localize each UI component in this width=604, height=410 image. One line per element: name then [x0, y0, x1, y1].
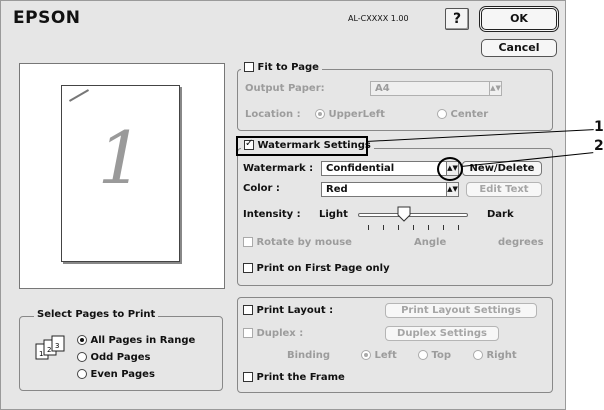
help-button[interactable]: ? [445, 8, 469, 30]
updown-arrows-icon: ▲▼ [489, 82, 501, 95]
fit-to-page-box[interactable] [244, 62, 254, 72]
intensity-label: Intensity : [243, 209, 301, 220]
location-upperleft-radio[interactable]: UpperLeft [315, 109, 385, 120]
radio-all-pages-indicator[interactable] [77, 335, 87, 345]
binding-right-radio[interactable]: Right [473, 350, 517, 361]
pages-stack-icon: 1 2 3 [35, 335, 65, 360]
slider-tick [398, 225, 399, 230]
print-layout-label: Print Layout : [256, 305, 334, 316]
location-upperleft-label: UpperLeft [328, 109, 385, 120]
watermark-value: Confidential [326, 163, 395, 174]
edit-text-button[interactable]: Edit Text [466, 182, 542, 197]
new-delete-button[interactable]: New/Delete [462, 161, 542, 176]
location-center-radio[interactable]: Center [437, 109, 488, 120]
intensity-light-label: Light [319, 209, 348, 220]
color-value: Red [326, 184, 348, 195]
binding-top-indicator[interactable] [418, 350, 428, 360]
page-curl-mark [68, 89, 94, 109]
radio-odd-pages-label: Odd Pages [90, 352, 151, 363]
fit-to-page-label: Fit to Page [257, 62, 319, 73]
print-frame-label: Print the Frame [256, 372, 345, 383]
color-select[interactable]: Red ▲▼ [321, 182, 459, 197]
fit-to-page-checkbox[interactable]: Fit to Page [241, 62, 322, 73]
watermark-label: Watermark : [243, 163, 314, 174]
preview-page-number: 1 [97, 116, 144, 200]
output-paper-select[interactable]: A4 ▲▼ [370, 81, 502, 96]
binding-top-radio[interactable]: Top [418, 350, 451, 361]
watermark-settings-highlight [236, 136, 368, 156]
radio-all-pages[interactable]: All Pages in Range [77, 335, 195, 346]
radio-even-pages-indicator[interactable] [77, 369, 87, 379]
binding-top-label: Top [431, 350, 452, 361]
print-first-page-label: Print on First Page only [256, 263, 390, 274]
slider-tick [413, 225, 414, 230]
binding-label: Binding [287, 350, 331, 361]
rotate-by-mouse-box[interactable] [243, 237, 253, 247]
color-updown-arrows-icon[interactable]: ▲▼ [446, 183, 458, 196]
rotate-by-mouse-checkbox[interactable]: Rotate by mouse [243, 237, 352, 248]
location-upperleft-indicator[interactable] [315, 109, 325, 119]
print-frame-box[interactable] [243, 372, 253, 382]
binding-right-indicator[interactable] [473, 350, 483, 360]
print-first-page-box[interactable] [243, 263, 253, 273]
binding-left-label: Left [374, 350, 397, 361]
radio-even-pages[interactable]: Even Pages [77, 369, 155, 380]
callout-number-1: 1 [594, 119, 604, 135]
location-label: Location : [245, 109, 301, 120]
svg-text:3: 3 [55, 342, 59, 350]
radio-all-pages-label: All Pages in Range [90, 335, 196, 346]
angle-label: Angle [414, 237, 447, 248]
binding-right-label: Right [486, 350, 517, 361]
binding-left-radio[interactable]: Left [361, 350, 397, 361]
output-paper-label: Output Paper: [245, 83, 325, 94]
preview-page: 1 [61, 85, 180, 262]
svg-text:2: 2 [47, 346, 51, 354]
cancel-button[interactable]: Cancel [481, 39, 557, 57]
intensity-slider-thumb[interactable] [397, 206, 411, 222]
color-label: Color : [243, 183, 280, 194]
print-first-page-checkbox[interactable]: Print on First Page only [243, 263, 390, 274]
select-pages-title: Select Pages to Print [34, 309, 159, 320]
rotate-by-mouse-label: Rotate by mouse [256, 237, 352, 248]
slider-tick [428, 225, 429, 230]
callout-number-2: 2 [594, 138, 604, 154]
intensity-dark-label: Dark [487, 209, 514, 220]
radio-even-pages-label: Even Pages [90, 369, 155, 380]
radio-odd-pages[interactable]: Odd Pages [77, 352, 150, 363]
print-frame-checkbox[interactable]: Print the Frame [243, 372, 345, 383]
binding-left-indicator[interactable] [361, 350, 371, 360]
duplex-label: Duplex : [256, 328, 304, 339]
fit-to-page-group [237, 69, 553, 131]
duplex-settings-button[interactable]: Duplex Settings [385, 326, 499, 341]
slider-tick [443, 225, 444, 230]
model-version-label: AL-CXXXX 1.00 [348, 14, 409, 23]
slider-tick [458, 225, 459, 230]
print-layout-settings-button[interactable]: Print Layout Settings [385, 303, 537, 318]
location-center-indicator[interactable] [437, 109, 447, 119]
printer-settings-dialog: EPSON AL-CXXXX 1.00 ? OK Cancel 1 Select… [0, 0, 566, 410]
print-layout-checkbox[interactable]: Print Layout : [243, 305, 333, 316]
duplex-box[interactable] [243, 328, 253, 338]
print-layout-box[interactable] [243, 305, 253, 315]
location-center-label: Center [450, 109, 489, 120]
brand-logo: EPSON [13, 8, 81, 28]
intensity-slider[interactable] [358, 213, 468, 217]
svg-text:1: 1 [39, 350, 43, 358]
slider-tick [368, 225, 369, 230]
duplex-checkbox[interactable]: Duplex : [243, 328, 303, 339]
degrees-label: degrees [498, 237, 544, 248]
page-preview: 1 [19, 63, 225, 289]
output-paper-value: A4 [375, 83, 390, 94]
slider-tick [383, 225, 384, 230]
ok-button[interactable]: OK [479, 6, 559, 32]
radio-odd-pages-indicator[interactable] [77, 352, 87, 362]
updown-arrows-highlight [437, 157, 463, 181]
